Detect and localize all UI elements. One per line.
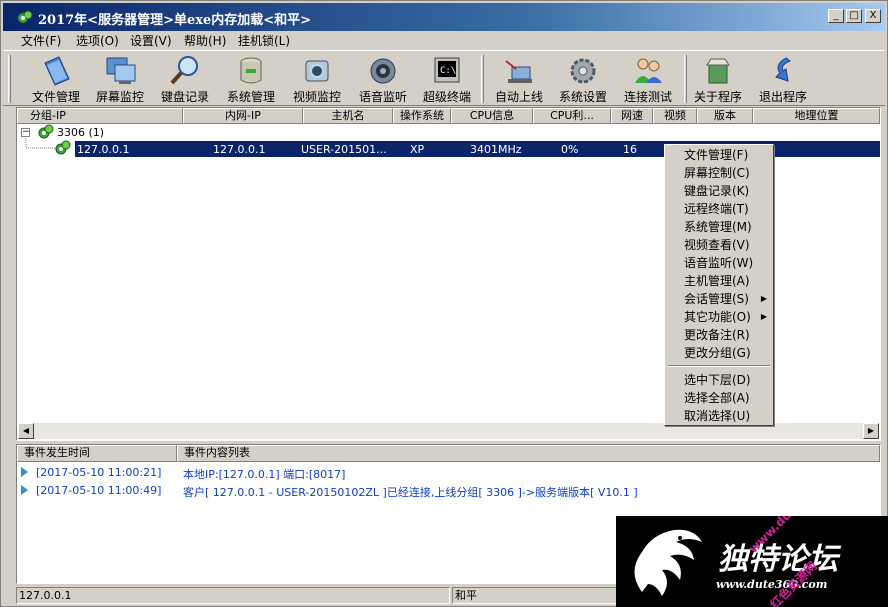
log-entry-icon: [21, 485, 28, 495]
ctx-voice-monitor[interactable]: 语音监听(W): [665, 254, 773, 272]
toolbar-separator: [481, 55, 484, 103]
tree-lines: [25, 136, 55, 149]
app-logo-icon: [17, 10, 33, 24]
host-icon: [55, 140, 71, 155]
status-ip: 127.0.0.1: [16, 587, 450, 604]
main-window: 2017年<服务器管理>单exe内存加载<和平> _ □ X 文件(F) 选项(…: [0, 0, 888, 607]
ctx-host-manager[interactable]: 主机管理(A): [665, 272, 773, 290]
ctx-select-lower[interactable]: 选中下层(D): [665, 371, 773, 389]
log-row[interactable]: [2017-05-10 11:00:49] 客户[ 127.0.0.1 - US…: [21, 484, 638, 500]
menu-bar: 文件(F) 选项(O) 设置(V) 帮助(H) 挂机锁(L): [3, 31, 885, 49]
column-header-version[interactable]: 版本: [697, 108, 753, 124]
menu-lock[interactable]: 挂机锁(L): [238, 32, 290, 49]
terminal-icon: C:\: [434, 57, 460, 83]
log-header-time[interactable]: 事件发生时间: [17, 445, 177, 462]
dragon-logo-icon: [634, 529, 702, 596]
exit-icon: [775, 57, 792, 82]
maximize-button[interactable]: □: [846, 9, 862, 23]
cell-hostname: USER-201501...: [301, 143, 387, 156]
column-header-speed[interactable]: 网速: [611, 108, 653, 124]
keylogger-icon: [170, 56, 198, 85]
submenu-arrow-icon: ▶: [760, 312, 767, 321]
auto-online-icon: [505, 60, 532, 83]
log-header-content[interactable]: 事件内容列表: [177, 445, 880, 462]
ctx-file-manager[interactable]: 文件管理(F): [665, 146, 773, 164]
connection-test-icon: [635, 58, 662, 83]
column-header-lan-ip[interactable]: 内网-IP: [183, 108, 303, 124]
column-header-hostname[interactable]: 主机名: [303, 108, 393, 124]
ctx-other-functions[interactable]: 其它功能(O) ▶: [665, 308, 773, 326]
svg-text:C:\: C:\: [440, 66, 456, 76]
ctx-deselect[interactable]: 取消选择(U): [665, 407, 773, 425]
watermark-logo: 独特论坛 www.dute360.com www.dute360.com 红色资…: [616, 516, 888, 607]
webcam-icon: [305, 60, 329, 82]
scroll-left-button[interactable]: ◀: [18, 423, 34, 439]
toolbar-exit-button[interactable]: 退出程序: [754, 53, 812, 105]
column-header-group-ip[interactable]: 分组-IP: [17, 108, 183, 124]
cell-cpu-usage: 0%: [561, 143, 579, 156]
cell-ip: 127.0.0.1: [77, 143, 130, 156]
toolbar-auto-online-button[interactable]: 自动上线: [490, 53, 548, 105]
watermark-url: www.dute360.com: [716, 578, 828, 591]
ctx-separator: [668, 365, 770, 367]
cell-cpu: 3401MHz: [470, 143, 522, 156]
ctx-screen-control[interactable]: 屏幕控制(C): [665, 164, 773, 182]
ctx-change-remark[interactable]: 更改备注(R): [665, 326, 773, 344]
column-header-location[interactable]: 地理位置: [753, 108, 880, 124]
ctx-remote-terminal[interactable]: 远程终端(T): [665, 200, 773, 218]
ctx-select-all[interactable]: 选择全部(A): [665, 389, 773, 407]
column-header-cpu[interactable]: CPU信息: [451, 108, 533, 124]
minimize-button[interactable]: _: [828, 9, 844, 23]
toolbar: 文件管理 屏幕监控 键盘记录 系统管理 视频监控 语音监听 C:\ 超级终端 自…: [3, 50, 885, 106]
cell-lan-ip: 127.0.0.1: [213, 143, 266, 156]
title-bar[interactable]: 2017年<服务器管理>单exe内存加载<和平> _ □ X: [3, 3, 885, 31]
column-header-video[interactable]: 视频: [653, 108, 697, 124]
log-row[interactable]: [2017-05-10 11:00:21] 本地IP:[127.0.0.1] 端…: [21, 466, 345, 482]
log-entry-icon: [21, 467, 28, 477]
close-button[interactable]: X: [865, 9, 881, 23]
toolbar-voice-button[interactable]: 语音监听: [354, 53, 412, 105]
toolbar-connection-test-button[interactable]: 连接测试: [619, 53, 677, 105]
toolbar-screen-monitor-button[interactable]: 屏幕监控: [91, 53, 149, 105]
toolbar-about-button[interactable]: 关于程序: [689, 53, 747, 105]
toolbar-keylogger-button[interactable]: 键盘记录: [156, 53, 214, 105]
menu-file[interactable]: 文件(F): [21, 32, 61, 49]
group-label: 3306 (1): [57, 126, 105, 139]
toolbar-separator-2: [684, 55, 687, 103]
cell-os: XP: [410, 143, 425, 156]
column-header-cpu-usage[interactable]: CPU利...: [533, 108, 611, 124]
screen-monitor-icon: [106, 57, 136, 84]
toolbar-settings-button[interactable]: 系统设置: [554, 53, 612, 105]
ctx-session-manager[interactable]: 会话管理(S) ▶: [665, 290, 773, 308]
settings-gear-icon: [570, 58, 596, 84]
toolbar-webcam-button[interactable]: 视频监控: [288, 53, 346, 105]
context-menu: 文件管理(F) 屏幕控制(C) 键盘记录(K) 远程终端(T) 系统管理(M) …: [664, 144, 774, 426]
menu-settings[interactable]: 设置(V): [130, 32, 172, 49]
ctx-video-view[interactable]: 视频查看(V): [665, 236, 773, 254]
window-title: 2017年<服务器管理>单exe内存加载<和平>: [38, 13, 312, 28]
watermark-title: 独特论坛: [718, 542, 838, 577]
column-header-os[interactable]: 操作系统: [393, 108, 451, 124]
submenu-arrow-icon: ▶: [760, 294, 767, 303]
cell-speed: 16: [623, 143, 637, 156]
about-icon: [706, 58, 730, 84]
toolbar-grip[interactable]: [8, 55, 11, 103]
ctx-system-manager[interactable]: 系统管理(M): [665, 218, 773, 236]
toolbar-file-manager-button[interactable]: 文件管理: [27, 53, 85, 105]
menu-options[interactable]: 选项(O): [76, 32, 119, 49]
ctx-change-group[interactable]: 更改分组(G): [665, 344, 773, 362]
scroll-right-button[interactable]: ▶: [863, 423, 879, 439]
menu-help[interactable]: 帮助(H): [184, 32, 226, 49]
file-manager-icon: [44, 56, 70, 86]
toolbar-terminal-button[interactable]: C:\ 超级终端: [418, 53, 476, 105]
speaker-icon: [370, 58, 396, 84]
ctx-keylogger[interactable]: 键盘记录(K): [665, 182, 773, 200]
system-manager-icon: [240, 57, 262, 84]
toolbar-system-manager-button[interactable]: 系统管理: [222, 53, 280, 105]
